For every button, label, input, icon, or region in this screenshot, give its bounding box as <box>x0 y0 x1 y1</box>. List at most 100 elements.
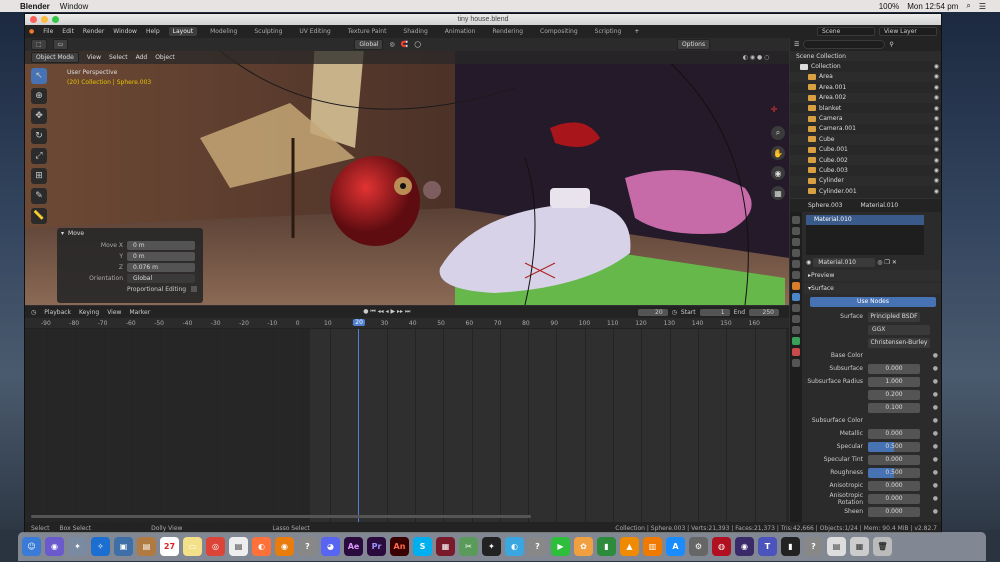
outliner-item[interactable]: Area.001 ◉ <box>790 82 941 92</box>
timeline-body[interactable] <box>25 329 789 522</box>
surface-section[interactable]: ▾ Surface <box>804 283 941 294</box>
tab-compositing[interactable]: Compositing <box>536 27 582 36</box>
object-tab-icon[interactable] <box>792 282 800 290</box>
eye-icon[interactable]: ◉ <box>934 177 939 184</box>
socket-icon[interactable]: ● <box>933 391 938 398</box>
outliner-item[interactable]: Cylinder ◉ <box>790 175 941 187</box>
outliner-item[interactable]: Area ◉ <box>790 71 941 83</box>
outliner-item[interactable]: Cube.002 ◉ <box>790 154 941 166</box>
grid-icon[interactable]: ▦ <box>771 186 785 200</box>
cursor-tool-icon[interactable]: ⊕ <box>31 88 47 104</box>
timeline-menu-keying[interactable]: Keying <box>79 309 99 316</box>
clock[interactable]: Mon 12:54 pm <box>907 2 958 11</box>
menu-icon[interactable]: ☰ <box>979 2 986 11</box>
material-field[interactable]: Material.010 <box>813 258 876 267</box>
facetime-icon[interactable]: ▶ <box>551 537 570 556</box>
eye-icon[interactable]: ◉ <box>934 188 939 195</box>
skype-icon[interactable]: S <box>413 537 432 556</box>
eye-icon[interactable]: ◉ <box>934 105 939 112</box>
socket-icon[interactable]: ● <box>933 365 938 372</box>
viewport-menu-object[interactable]: Object <box>155 54 175 61</box>
outliner-item[interactable]: blanket ◉ <box>790 103 941 113</box>
tab-sculpting[interactable]: Sculpting <box>250 27 286 36</box>
after-effects-icon[interactable]: Ae <box>344 537 363 556</box>
bsdf-input-field[interactable]: 0.100 <box>868 402 920 413</box>
timeline-scrollbar[interactable] <box>31 515 531 518</box>
books-icon[interactable]: ▥ <box>643 537 662 556</box>
tab-scripting[interactable]: Scripting <box>591 27 626 36</box>
move-z-field[interactable]: 0.076 m <box>127 262 195 272</box>
physics-tab-icon[interactable] <box>792 315 800 323</box>
socket-icon[interactable]: ● <box>933 417 938 424</box>
move-tool-icon[interactable]: ✥ <box>31 108 47 124</box>
animate-icon[interactable]: An <box>390 537 409 556</box>
tab-layout[interactable]: Layout <box>168 27 198 36</box>
playback-controls[interactable]: ● ⏮ ◂◂ ◂ ▶ ▸▸ ⏭ <box>363 308 410 316</box>
select-mode-button[interactable]: ▭ <box>52 39 69 50</box>
constraints-tab-icon[interactable] <box>792 326 800 334</box>
tab-texture-paint[interactable]: Texture Paint <box>344 27 391 36</box>
pan-hand-icon[interactable]: ✋ <box>771 146 785 160</box>
texture-tab-icon[interactable] <box>792 359 800 367</box>
premiere-icon[interactable]: Pr <box>367 537 386 556</box>
eye-icon[interactable]: ◉ <box>934 63 939 70</box>
sphere-icon[interactable]: ◉ <box>806 259 811 266</box>
unknown-app-3-icon[interactable]: ? <box>804 537 823 556</box>
eye-icon[interactable]: ◉ <box>934 146 939 153</box>
bsdf-input-field[interactable]: 0.000 <box>868 493 920 504</box>
filter-icon[interactable]: ⚲ <box>889 41 893 48</box>
firefox-icon[interactable]: ◐ <box>252 537 271 556</box>
photo-app-icon[interactable]: ▦ <box>436 537 455 556</box>
view-layer-selector[interactable]: View Layer <box>879 27 937 36</box>
tab-modeling[interactable]: Modeling <box>206 27 241 36</box>
vlc-icon[interactable]: ▲ <box>620 537 639 556</box>
preview-icon[interactable]: ▣ <box>114 537 133 556</box>
viewport-menu-view[interactable]: View <box>87 54 101 61</box>
search-icon[interactable]: ⌕ <box>966 1 970 11</box>
close-icon[interactable]: ✕ <box>892 259 897 266</box>
eye-icon[interactable]: ◉ <box>934 136 939 143</box>
eye-icon[interactable]: ◉ <box>934 125 939 132</box>
playhead[interactable] <box>358 329 360 522</box>
outliner-item[interactable]: Cube.003 ◉ <box>790 165 941 175</box>
object-name[interactable]: Sphere.003 <box>808 202 843 209</box>
eye-icon[interactable]: ◉ <box>934 73 939 80</box>
notes-icon[interactable]: ▭ <box>183 537 202 556</box>
clock-icon[interactable]: ◷ <box>31 309 36 316</box>
socket-icon[interactable]: ● <box>933 495 938 502</box>
outliner-scene-collection[interactable]: Scene Collection <box>790 51 941 62</box>
orientation-dropdown[interactable]: Global <box>127 273 195 283</box>
zoom-icon[interactable]: ⌕ <box>771 126 785 140</box>
3d-viewport[interactable]: ⬚ ▭ Global ◎ 🧲 ◯ Options Object Mode Vie… <box>25 38 789 305</box>
eye-icon[interactable]: ◉ <box>934 94 939 101</box>
proportional-checkbox[interactable] <box>191 286 198 292</box>
distribution-dropdown[interactable]: GGX <box>868 324 930 335</box>
preview-section[interactable]: ▸ Preview <box>804 270 941 281</box>
numbers-icon[interactable]: ▮ <box>597 537 616 556</box>
timeline-editor[interactable]: ◷ Playback Keying View Marker ● ⏮ ◂◂ ◂ ▶… <box>25 306 789 522</box>
socket-icon[interactable]: ● <box>933 404 938 411</box>
frame-ruler[interactable]: -90 -80 -70 -60 -50 -40 -30 -20 -10 0 10 20 30 40 50 60… <box>25 318 789 329</box>
move-x-field[interactable]: 0 m <box>127 240 195 250</box>
stopwatch-icon[interactable]: ◷ <box>672 309 677 316</box>
eye-icon[interactable]: ◉ <box>934 84 939 91</box>
start-frame-field[interactable]: 1 <box>699 308 730 316</box>
eye-icon[interactable]: ◉ <box>934 157 939 164</box>
bsdf-input-field[interactable]: 0.000 <box>868 454 920 465</box>
socket-icon[interactable]: ● <box>933 352 938 359</box>
eye-icon[interactable]: ◉ <box>934 115 939 122</box>
measure-tool-icon[interactable]: 📏 <box>31 208 47 224</box>
trash-icon[interactable]: 🗑 <box>873 537 892 556</box>
viewport-menu-select[interactable]: Select <box>109 54 128 61</box>
finder-icon[interactable]: ☺ <box>22 537 41 556</box>
socket-icon[interactable]: ● <box>933 482 938 489</box>
app-store-icon[interactable]: A <box>666 537 685 556</box>
output-tab-icon[interactable] <box>792 238 800 246</box>
current-frame-field[interactable]: 20 <box>637 308 668 316</box>
socket-icon[interactable]: ● <box>933 508 938 515</box>
modifier-tab-icon[interactable] <box>792 293 800 301</box>
timeline-menu-marker[interactable]: Marker <box>129 309 150 316</box>
material-name-breadcrumb[interactable]: Material.010 <box>861 202 899 209</box>
mode-dropdown[interactable]: Object Mode <box>31 52 79 63</box>
material-slot-list[interactable]: Material.010 <box>806 215 924 255</box>
